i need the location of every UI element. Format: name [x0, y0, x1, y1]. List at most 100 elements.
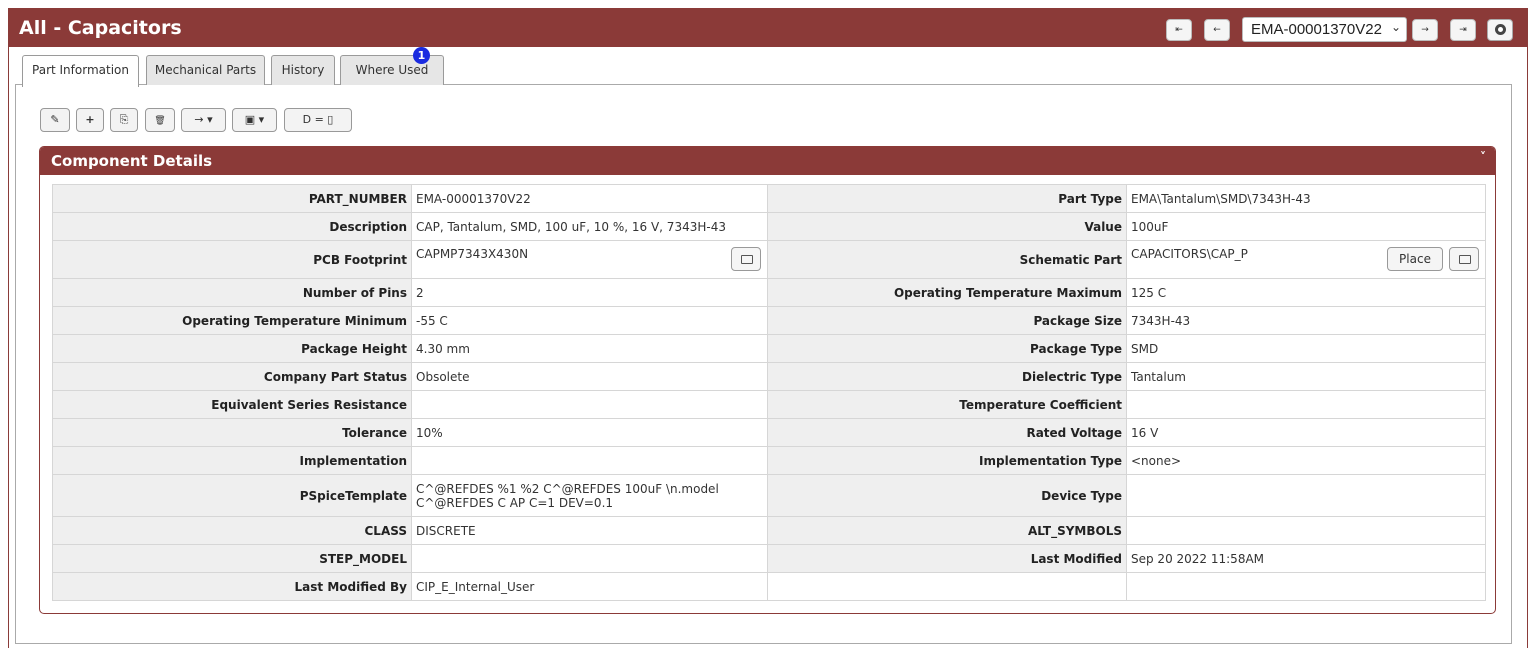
temp-coeff-value	[1126, 390, 1486, 419]
section-header[interactable]: Component Details ˅	[40, 147, 1495, 175]
table-row: CLASS DISCRETE ALT_SYMBOLS	[52, 516, 1486, 545]
field-label: Package Height	[52, 334, 412, 363]
table-row: Package Height 4.30 mm Package Type SMD	[52, 334, 1486, 363]
package-type-value: SMD	[1126, 334, 1486, 363]
field-label: Dielectric Type	[767, 362, 1127, 391]
table-row: PART_NUMBER EMA-00001370V22 Part Type EM…	[52, 184, 1486, 213]
trash-icon: 🗑	[154, 116, 166, 126]
number-of-pins-value: 2	[411, 278, 768, 307]
copy-button[interactable]: ⎘	[110, 108, 138, 132]
field-label: Last Modified By	[52, 572, 412, 601]
part-number-select[interactable]: EMA-00001370V22 ⌄	[1242, 17, 1407, 42]
field-label: PCB Footprint	[52, 240, 412, 279]
tab-label: History	[281, 63, 325, 77]
title-bar: All - Capacitors ⇤ ← EMA-00001370V22 ⌄ →…	[9, 9, 1527, 47]
component-details-section: Component Details ˅ PART_NUMBER EMA-0000…	[39, 146, 1496, 614]
table-row: Company Part Status Obsolete Dielectric …	[52, 362, 1486, 391]
field-label: Package Size	[767, 306, 1127, 335]
table-row: Tolerance 10% Rated Voltage 16 V	[52, 418, 1486, 447]
tab-label: Mechanical Parts	[154, 63, 257, 77]
field-label: Part Type	[767, 184, 1127, 213]
tab-history[interactable]: History	[271, 55, 335, 85]
field-label: Equivalent Series Resistance	[52, 390, 412, 419]
edit-button[interactable]: ✎	[40, 108, 70, 132]
last-modified-value: Sep 20 2022 11:58AM	[1126, 544, 1486, 573]
pencil-icon: ✎	[50, 113, 60, 126]
chevron-down-icon: ⌄	[1390, 20, 1401, 34]
table-row: PSpiceTemplate C^@REFDES %1 %2 C^@REFDES…	[52, 474, 1486, 517]
step-model-value	[411, 544, 768, 573]
field-label: ALT_SYMBOLS	[767, 516, 1127, 545]
move-dropdown-button[interactable]: → ▾	[181, 108, 226, 132]
table-row: Description CAP, Tantalum, SMD, 100 uF, …	[52, 212, 1486, 241]
field-label: PART_NUMBER	[52, 184, 412, 213]
field-label: PSpiceTemplate	[52, 474, 412, 517]
save-icon: ▣ ▾	[244, 113, 265, 126]
company-status-value: Obsolete	[411, 362, 768, 391]
field-label: Package Type	[767, 334, 1127, 363]
symbol-footprint-button[interactable]: D = ▯	[284, 108, 352, 132]
field-label: Device Type	[767, 474, 1127, 517]
where-used-count-badge: 1	[413, 47, 430, 64]
pspice-template-value: C^@REFDES %1 %2 C^@REFDES 100uF \n.model…	[411, 474, 768, 517]
first-record-button[interactable]: ⇤	[1166, 19, 1192, 41]
table-row: STEP_MODEL Last Modified Sep 20 2022 11:…	[52, 544, 1486, 573]
package-height-value: 4.30 mm	[411, 334, 768, 363]
field-label: Operating Temperature Minimum	[52, 306, 412, 335]
last-icon: ⇥	[1459, 25, 1467, 35]
window-title: All - Capacitors	[19, 17, 182, 39]
tab-label: Where Used	[355, 63, 429, 77]
symbol-compare-icon: D = ▯	[302, 113, 334, 126]
implementation-value	[411, 446, 768, 475]
field-label: Company Part Status	[52, 362, 412, 391]
package-size-value: 7343H-43	[1126, 306, 1486, 335]
gear-icon	[1494, 24, 1506, 35]
schematic-part-value: CAPACITORS\CAP_P	[1131, 247, 1248, 261]
tab-label: Part Information	[32, 63, 129, 77]
tab-part-information[interactable]: Part Information	[22, 55, 139, 87]
footprint-preview-button[interactable]	[731, 247, 761, 271]
implementation-type-value: <none>	[1126, 446, 1486, 475]
save-dropdown-button[interactable]: ▣ ▾	[232, 108, 277, 132]
field-label: Value	[767, 212, 1127, 241]
symbol-preview-button[interactable]	[1449, 247, 1479, 271]
value-value: 100uF	[1126, 212, 1486, 241]
arrow-right-icon: → ▾	[194, 113, 213, 126]
table-row: Equivalent Series Resistance Temperature…	[52, 390, 1486, 419]
tolerance-value: 10%	[411, 418, 768, 447]
add-button[interactable]: +	[76, 108, 104, 132]
class-value: DISCRETE	[411, 516, 768, 545]
field-label: Rated Voltage	[767, 418, 1127, 447]
field-label: Number of Pins	[52, 278, 412, 307]
field-label: Schematic Part	[767, 240, 1127, 279]
dielectric-value: Tantalum	[1126, 362, 1486, 391]
alt-symbols-value	[1126, 516, 1486, 545]
part-type-value: EMA\Tantalum\SMD\7343H-43	[1126, 184, 1486, 213]
copy-icon: ⎘	[119, 113, 129, 126]
place-button[interactable]: Place	[1387, 247, 1443, 271]
last-modified-by-value: CIP_E_Internal_User	[411, 572, 768, 601]
table-row: PCB Footprint CAPMP7343X430N Schematic P…	[52, 240, 1486, 279]
field-label: Last Modified	[767, 544, 1127, 573]
chevron-down-icon[interactable]: ˅	[1480, 150, 1486, 164]
field-label: Tolerance	[52, 418, 412, 447]
empty-cell	[1126, 572, 1486, 601]
table-row: Last Modified By CIP_E_Internal_User	[52, 572, 1486, 601]
description-value: CAP, Tantalum, SMD, 100 uF, 10 %, 16 V, …	[411, 212, 768, 241]
settings-button[interactable]	[1487, 19, 1513, 41]
arrow-right-icon: →	[1421, 25, 1429, 35]
schematic-part-cell: CAPACITORS\CAP_P Place	[1126, 240, 1486, 279]
previous-record-button[interactable]: ←	[1204, 19, 1230, 41]
plus-icon: +	[85, 113, 95, 126]
pcb-footprint-cell: CAPMP7343X430N	[411, 240, 768, 279]
delete-button[interactable]: 🗑	[145, 108, 175, 132]
selected-part-number: EMA-00001370V22	[1251, 21, 1382, 38]
table-row: Operating Temperature Minimum -55 C Pack…	[52, 306, 1486, 335]
tab-mechanical-parts[interactable]: Mechanical Parts	[146, 55, 265, 85]
next-record-button[interactable]: →	[1412, 19, 1438, 41]
field-label: Operating Temperature Maximum	[767, 278, 1127, 307]
part-number-value: EMA-00001370V22	[411, 184, 768, 213]
last-record-button[interactable]: ⇥	[1450, 19, 1476, 41]
empty-cell	[767, 572, 1127, 601]
arrow-left-icon: ←	[1213, 25, 1221, 35]
